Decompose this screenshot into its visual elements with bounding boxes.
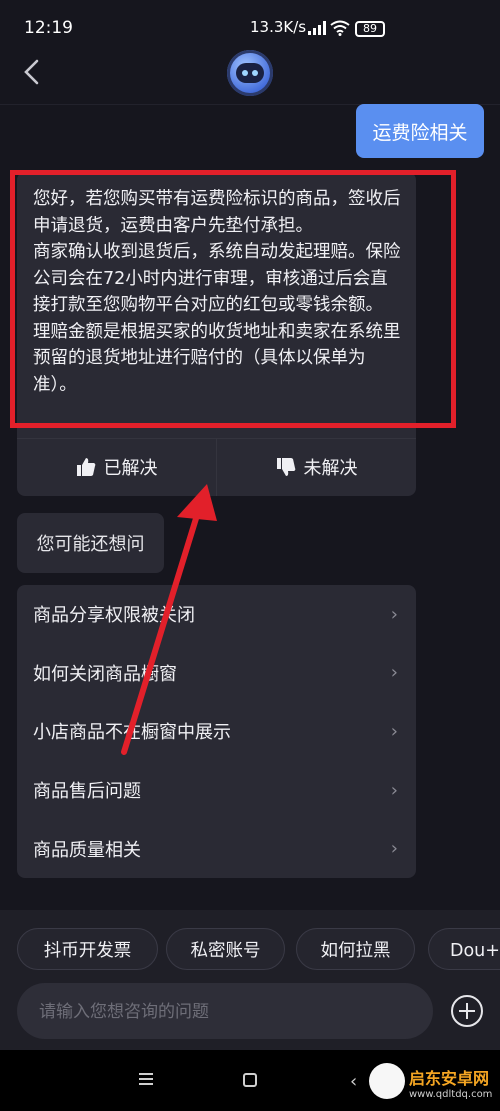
suggestion-item[interactable]: 商品质量相关 › [17,819,416,878]
menu-icon[interactable] [139,1073,153,1085]
watermark: 启东安卓网 www.qdltdq.com [365,1055,500,1111]
user-message-bubble: 运费险相关 [356,104,484,158]
suggestion-label: 商品分享权限被关闭 [33,605,195,627]
quick-chip[interactable]: 私密账号 [166,928,285,970]
suggestion-item[interactable]: 小店商品不在橱窗中展示 › [17,702,416,761]
status-time: 12:19 [24,18,73,38]
suggestion-list: 商品分享权限被关闭 › 如何关闭商品橱窗 › 小店商品不在橱窗中展示 › 商品售… [17,585,416,878]
back-icon[interactable]: ‹ [350,1071,357,1092]
watermark-title: 启东安卓网 [409,1069,490,1088]
suggestion-item[interactable]: 如何关闭商品橱窗 › [17,644,416,703]
question-input-container [17,983,433,1041]
quick-chip[interactable]: 如何拉黑 [296,928,415,970]
wifi-icon [330,20,350,36]
suggestion-item[interactable]: 商品售后问题 › [17,761,416,820]
watermark-url: www.qdltdq.com [409,1089,493,1100]
signal-icon [308,21,326,35]
chevron-right-icon: › [390,779,398,801]
chevron-right-icon: › [390,720,398,742]
plus-icon[interactable] [450,994,484,1028]
question-input[interactable] [37,983,411,1041]
highlight-box [10,170,456,428]
suggestion-label: 商品售后问题 [33,781,141,803]
thumbs-up-icon [76,458,95,476]
quick-chip[interactable]: Dou+工 [428,928,500,970]
back-chevron-icon[interactable] [18,58,46,86]
quick-chip[interactable]: 抖币开发票 [17,928,158,970]
suggestion-label: 小店商品不在橱窗中展示 [33,722,231,744]
thumbs-down-icon [276,458,295,476]
home-icon[interactable] [243,1073,257,1087]
unsolved-label: 未解决 [303,458,358,479]
chevron-right-icon: › [390,662,398,684]
solved-button[interactable]: 已解决 [17,438,216,496]
battery-icon: 89 [355,21,385,37]
suggestion-item[interactable]: 商品分享权限被关闭 › [17,585,416,644]
may-also-ask-label: 您可能还想问 [17,513,164,573]
unsolved-button[interactable]: 未解决 [217,438,416,496]
solved-label: 已解决 [103,458,158,479]
chevron-right-icon: › [390,603,398,625]
robot-avatar [227,50,273,96]
chevron-right-icon: › [390,838,398,860]
suggestion-label: 商品质量相关 [33,839,141,861]
suggestion-label: 如何关闭商品橱窗 [33,663,177,685]
network-speed: 13.3K/s [250,18,307,36]
watermark-logo-icon [369,1063,405,1099]
